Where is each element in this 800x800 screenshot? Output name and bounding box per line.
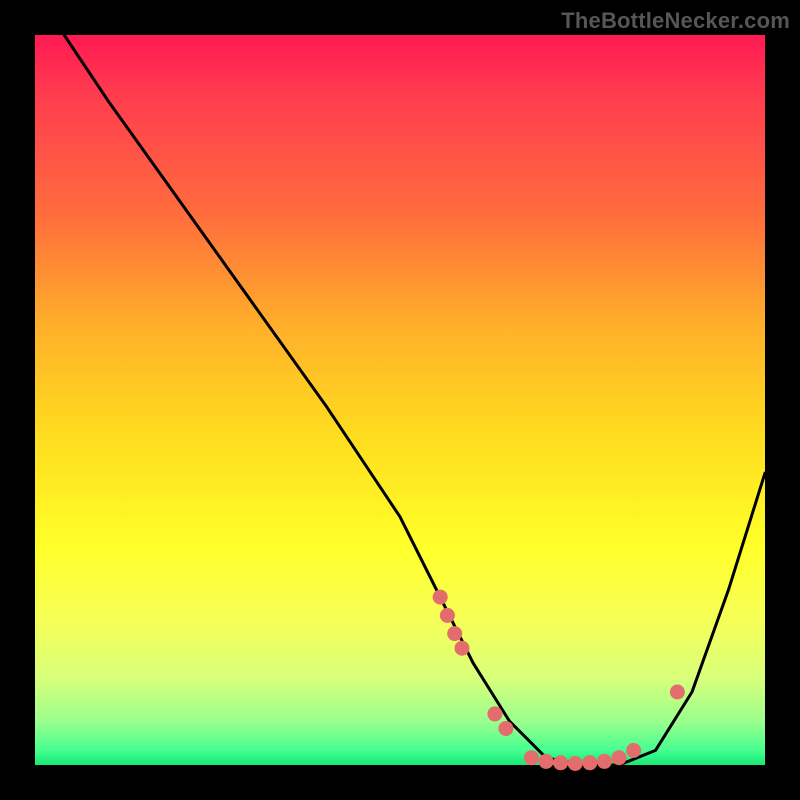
data-marker (582, 755, 597, 770)
data-marker (670, 685, 685, 700)
data-marker (440, 608, 455, 623)
plot-area (35, 35, 765, 765)
data-marker (597, 754, 612, 769)
data-marker (553, 755, 568, 770)
data-marker (568, 756, 583, 771)
bottleneck-curve (35, 35, 765, 765)
data-marker (447, 626, 462, 641)
chart-container: TheBottleNecker.com (0, 0, 800, 800)
data-marker (433, 590, 448, 605)
data-marker (539, 754, 554, 769)
watermark-text: TheBottleNecker.com (561, 8, 790, 34)
data-marker (498, 721, 513, 736)
data-marker (612, 750, 627, 765)
data-marker (524, 750, 539, 765)
data-marker (455, 641, 470, 656)
curve-line (64, 35, 765, 765)
data-marker (487, 706, 502, 721)
data-marker (626, 743, 641, 758)
